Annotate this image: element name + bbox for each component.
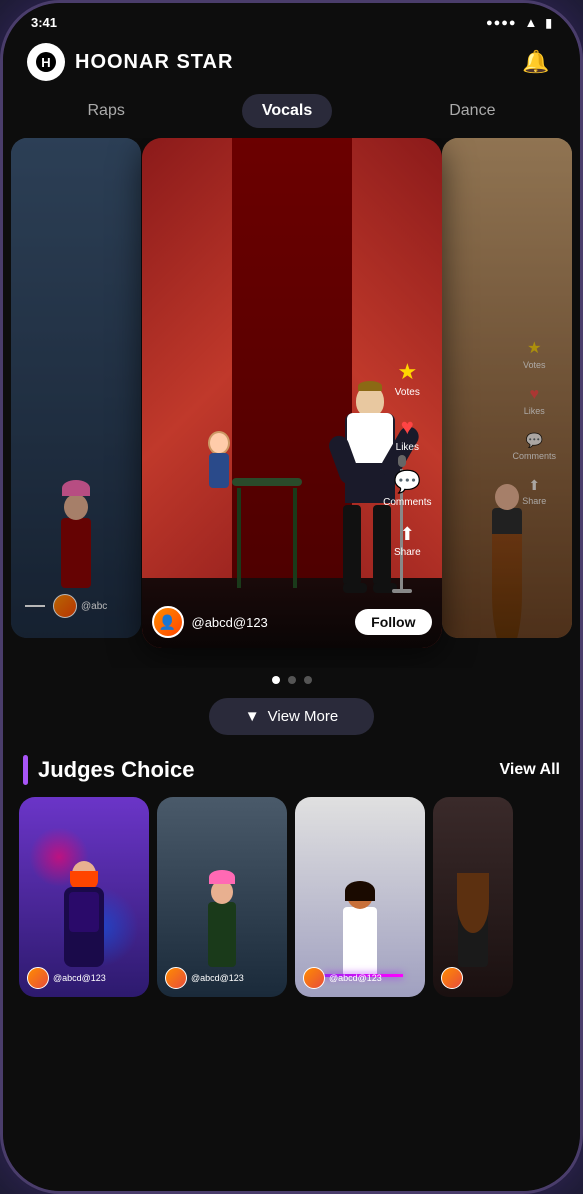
battery-icon: ▮ bbox=[545, 16, 552, 30]
votes-icon: ★ bbox=[397, 359, 417, 385]
carousel-area: @abc bbox=[3, 138, 580, 668]
tab-vocals[interactable]: Vocals bbox=[242, 94, 332, 128]
share-icon: ⬆ bbox=[400, 524, 415, 545]
comments-label: Comments bbox=[383, 497, 431, 508]
status-icons: ●●●● ▲ ▮ bbox=[486, 15, 552, 30]
likes-button[interactable]: ♥ Likes bbox=[396, 414, 419, 453]
judge-figure-2 bbox=[208, 880, 236, 967]
share-label: Share bbox=[394, 547, 421, 558]
right-votes-label: Votes bbox=[523, 360, 546, 370]
header: H HOONAR STAR 🔔 bbox=[3, 34, 580, 94]
tab-raps[interactable]: Raps bbox=[67, 94, 144, 128]
judge-avatar-1 bbox=[27, 967, 49, 989]
view-more-label: View More bbox=[268, 708, 339, 725]
dots-indicator bbox=[3, 676, 580, 684]
carousel-right-card[interactable]: ★ Votes ♥ Likes 💬 Comments bbox=[442, 138, 572, 638]
left-performer bbox=[61, 494, 91, 588]
logo-icon: H bbox=[27, 43, 65, 81]
left-avatar bbox=[53, 594, 77, 618]
notification-bell[interactable]: 🔔 bbox=[516, 42, 556, 82]
phone-shell: 3:41 ●●●● ▲ ▮ H HOONAR STAR 🔔 bbox=[0, 0, 583, 1194]
judge-username-3: @abcd@123 bbox=[329, 973, 382, 983]
likes-icon: ♥ bbox=[401, 414, 414, 440]
votes-label: Votes bbox=[395, 387, 420, 398]
view-more-button[interactable]: ▼ View More bbox=[209, 698, 374, 735]
section-title: Judges Choice bbox=[23, 755, 194, 785]
carousel-main-card[interactable]: ★ Votes ♥ Likes 💬 Comments ⬆ bbox=[142, 138, 442, 648]
judge-card-4[interactable] bbox=[433, 797, 513, 997]
view-more-area: ▼ View More bbox=[3, 684, 580, 745]
main-card-bg: ★ Votes ♥ Likes 💬 Comments ⬆ bbox=[142, 138, 442, 648]
time: 3:41 bbox=[31, 15, 57, 30]
right-share-icon: ⬆ bbox=[528, 477, 540, 494]
right-likes-button[interactable]: ♥ Likes bbox=[524, 386, 545, 416]
comments-button[interactable]: 💬 Comments bbox=[383, 469, 431, 508]
action-buttons: ★ Votes ♥ Likes 💬 Comments ⬆ bbox=[383, 359, 431, 558]
tab-bar: Raps Vocals Dance bbox=[3, 94, 580, 138]
judge-avatar-3 bbox=[303, 967, 325, 989]
share-button[interactable]: ⬆ Share bbox=[394, 524, 421, 558]
dancer1-body bbox=[64, 887, 104, 967]
current-user-avatar: 👤 bbox=[152, 606, 184, 638]
right-share-button[interactable]: ⬆ Share bbox=[522, 477, 546, 506]
carousel-left-card[interactable]: @abc bbox=[11, 138, 141, 638]
judge-username-1: @abcd@123 bbox=[53, 973, 106, 983]
view-all-button[interactable]: View All bbox=[500, 761, 560, 779]
signal-icon: ●●●● bbox=[486, 17, 517, 29]
judge-figure-3 bbox=[343, 881, 377, 977]
judge-user-1: @abcd@123 bbox=[27, 967, 106, 989]
judge-user-4 bbox=[441, 967, 463, 989]
left-card-bg: @abc bbox=[11, 138, 141, 638]
status-bar: 3:41 ●●●● ▲ ▮ bbox=[3, 3, 580, 34]
follow-button[interactable]: Follow bbox=[355, 609, 431, 635]
dot-1 bbox=[272, 676, 280, 684]
left-username: @abc bbox=[81, 601, 107, 612]
right-likes-icon: ♥ bbox=[529, 386, 539, 404]
right-comments-icon: 💬 bbox=[526, 432, 543, 449]
svg-text:H: H bbox=[41, 55, 50, 70]
right-action-buttons: ★ Votes ♥ Likes 💬 Comments bbox=[512, 338, 556, 506]
judge-user-3: @abcd@123 bbox=[303, 967, 382, 989]
phone-screen: 3:41 ●●●● ▲ ▮ H HOONAR STAR 🔔 bbox=[3, 3, 580, 1191]
judges-choice-header: Judges Choice View All bbox=[3, 745, 580, 797]
judge-card-1[interactable]: @abcd@123 bbox=[19, 797, 149, 997]
left-user-info: @abc bbox=[25, 594, 107, 618]
user-info-bar: 👤 @abcd@123 Follow bbox=[142, 606, 442, 638]
comments-icon: 💬 bbox=[394, 469, 421, 495]
right-share-label: Share bbox=[522, 496, 546, 506]
right-comments-label: Comments bbox=[512, 451, 556, 461]
right-comments-button[interactable]: 💬 Comments bbox=[512, 432, 556, 461]
view-more-icon: ▼ bbox=[245, 708, 260, 725]
dot-2 bbox=[288, 676, 296, 684]
judges-choice-title: Judges Choice bbox=[38, 757, 194, 783]
judge-figure-1 bbox=[64, 861, 104, 967]
right-votes-button[interactable]: ★ Votes bbox=[523, 338, 546, 370]
judge-card-3[interactable]: @abcd@123 bbox=[295, 797, 425, 997]
votes-button[interactable]: ★ Votes bbox=[395, 359, 420, 398]
tab-dance[interactable]: Dance bbox=[429, 94, 515, 128]
app-name: HOONAR STAR bbox=[75, 51, 233, 74]
current-username: @abcd@123 bbox=[192, 615, 348, 630]
likes-label: Likes bbox=[396, 442, 419, 453]
right-card-bg: ★ Votes ♥ Likes 💬 Comments bbox=[442, 138, 572, 638]
judge-avatar-2 bbox=[165, 967, 187, 989]
wifi-icon: ▲ bbox=[525, 15, 538, 30]
judge-username-2: @abcd@123 bbox=[191, 973, 244, 983]
judge-avatar-4 bbox=[441, 967, 463, 989]
judge-card-2[interactable]: @abcd@123 bbox=[157, 797, 287, 997]
logo-area: H HOONAR STAR bbox=[27, 43, 233, 81]
judge-user-2: @abcd@123 bbox=[165, 967, 244, 989]
section-bar bbox=[23, 755, 28, 785]
right-votes-icon: ★ bbox=[527, 338, 541, 358]
puppet bbox=[208, 431, 230, 488]
judge-figure-4 bbox=[458, 873, 488, 967]
stool bbox=[232, 478, 302, 588]
dot-3 bbox=[304, 676, 312, 684]
judges-grid: @abcd@123 @ab bbox=[3, 797, 580, 997]
right-likes-label: Likes bbox=[524, 406, 545, 416]
